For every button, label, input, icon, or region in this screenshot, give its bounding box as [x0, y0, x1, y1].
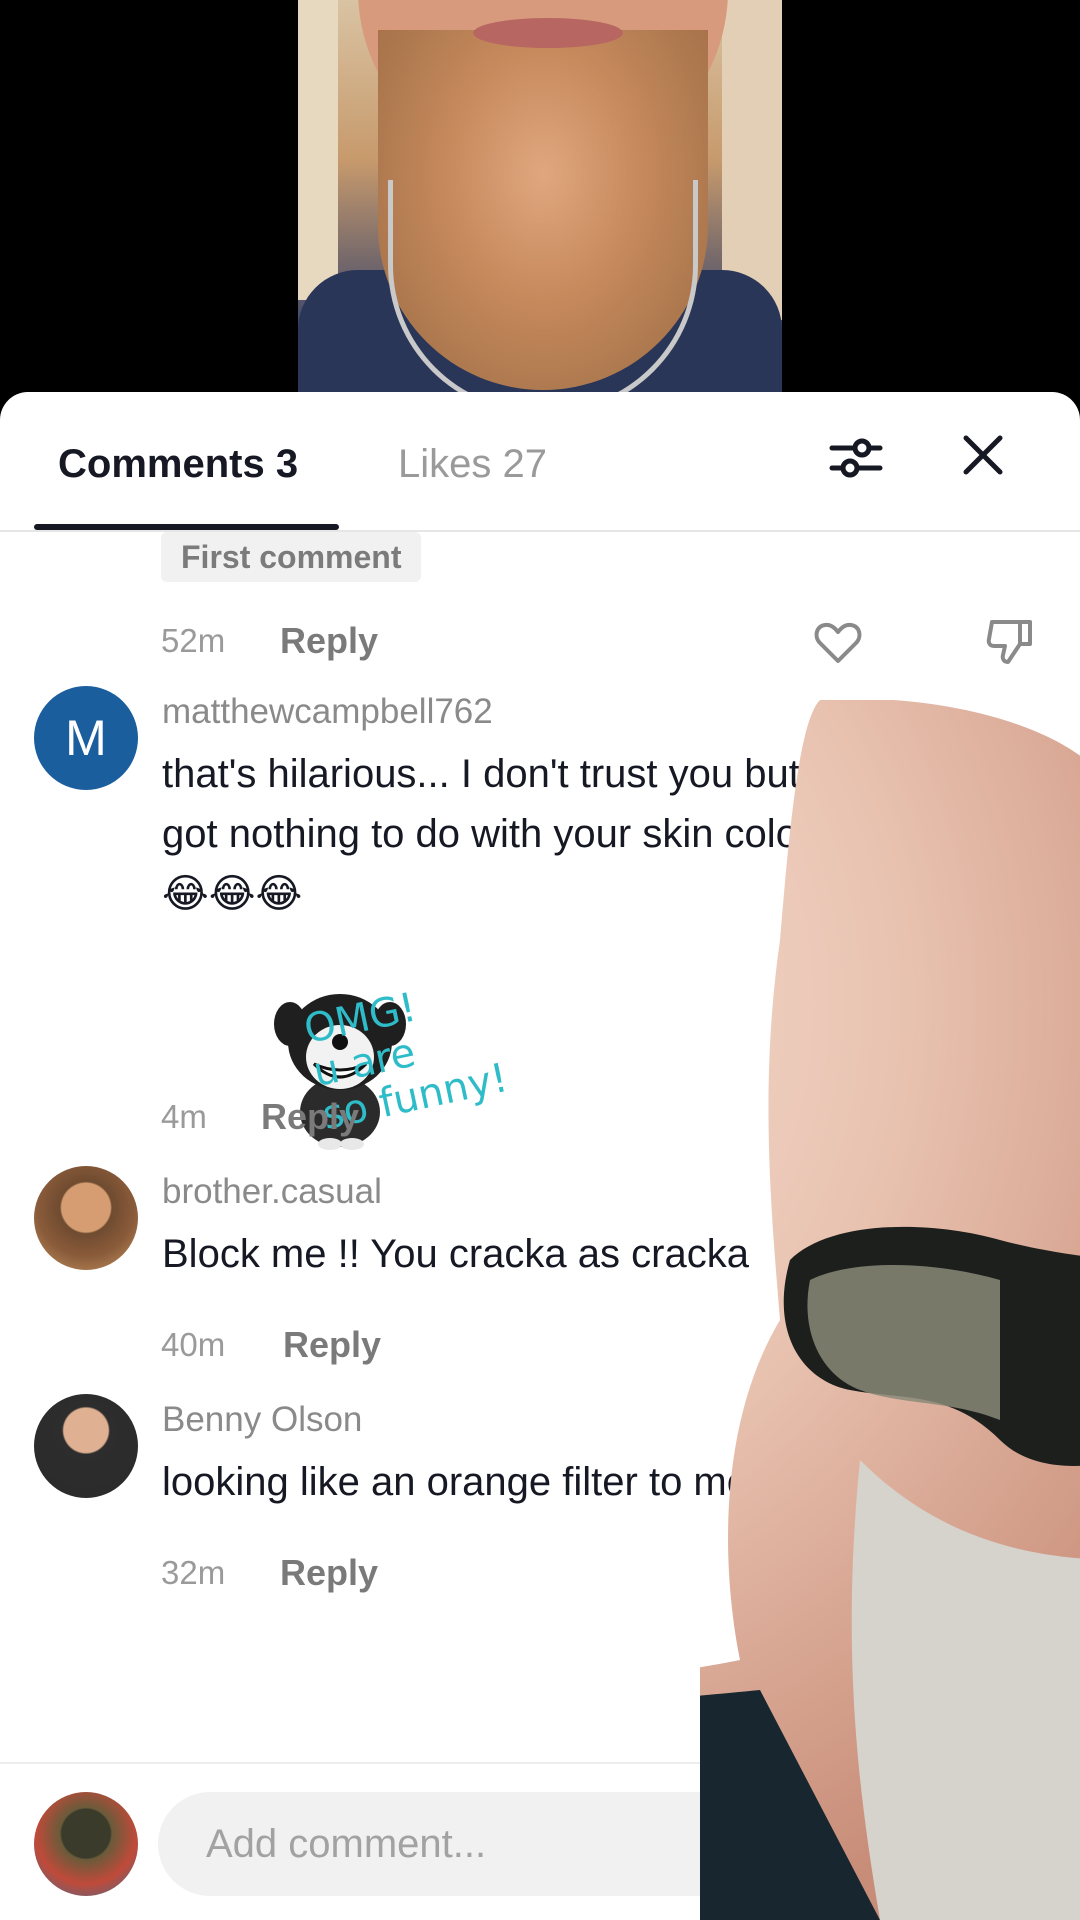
- like-button[interactable]: [812, 616, 864, 668]
- comment-composer: Add comment...: [0, 1762, 1080, 1920]
- active-tab-indicator: [34, 524, 339, 530]
- video-background: [298, 0, 338, 300]
- comment-time: 32m: [161, 1554, 226, 1591]
- reply-button[interactable]: Reply: [261, 1096, 359, 1138]
- comment-text-line: that's hilarious... I don't trust you bu…: [162, 752, 859, 796]
- filter-sliders-icon: [829, 438, 883, 478]
- avatar[interactable]: M: [34, 686, 138, 790]
- thumbs-down-icon: [986, 620, 1032, 664]
- tab-bar: Comments 3 Likes 27: [0, 392, 1080, 532]
- comment-time: 4m: [161, 1098, 207, 1135]
- comment-list[interactable]: First comment 52m Reply M matthewcampbel…: [0, 532, 1080, 1732]
- filter-button[interactable]: [828, 430, 884, 486]
- comment-text: Block me !! You cracka as cracka: [162, 1232, 749, 1276]
- avatar[interactable]: [34, 1166, 138, 1270]
- comment-input[interactable]: Add comment...: [158, 1792, 1048, 1896]
- comment-text-line: got nothing to do with your skin color 😂: [162, 812, 870, 856]
- comment-text: looking like an orange filter to me: [162, 1460, 749, 1504]
- video-chain: [388, 180, 698, 400]
- comment-text-line: 😂😂😂: [162, 872, 303, 916]
- video-frame: [298, 0, 782, 400]
- current-user-avatar[interactable]: [34, 1792, 138, 1896]
- comment-time: 52m: [161, 622, 226, 659]
- comment-username[interactable]: Benny Olson: [162, 1400, 362, 1440]
- dislike-button[interactable]: [984, 616, 1036, 668]
- reply-button[interactable]: Reply: [280, 1552, 378, 1594]
- video-lips: [473, 18, 623, 48]
- first-comment-tag: First comment: [161, 532, 422, 582]
- comment-username[interactable]: brother.casual: [162, 1172, 382, 1212]
- tab-likes[interactable]: Likes 27: [398, 442, 547, 487]
- avatar[interactable]: [34, 1394, 138, 1498]
- comments-sheet: Comments 3 Likes 27 First comment 52m Re…: [0, 392, 1080, 1920]
- heart-outline-icon: [814, 622, 862, 663]
- close-button[interactable]: [958, 430, 1008, 480]
- reply-button[interactable]: Reply: [283, 1324, 381, 1366]
- video-player[interactable]: [0, 0, 1080, 400]
- comment-username[interactable]: matthewcampbell762: [162, 692, 493, 732]
- comment-time: 40m: [161, 1326, 226, 1363]
- close-icon: [963, 435, 1003, 475]
- reply-button[interactable]: Reply: [280, 620, 378, 662]
- tab-comments[interactable]: Comments 3: [58, 442, 298, 487]
